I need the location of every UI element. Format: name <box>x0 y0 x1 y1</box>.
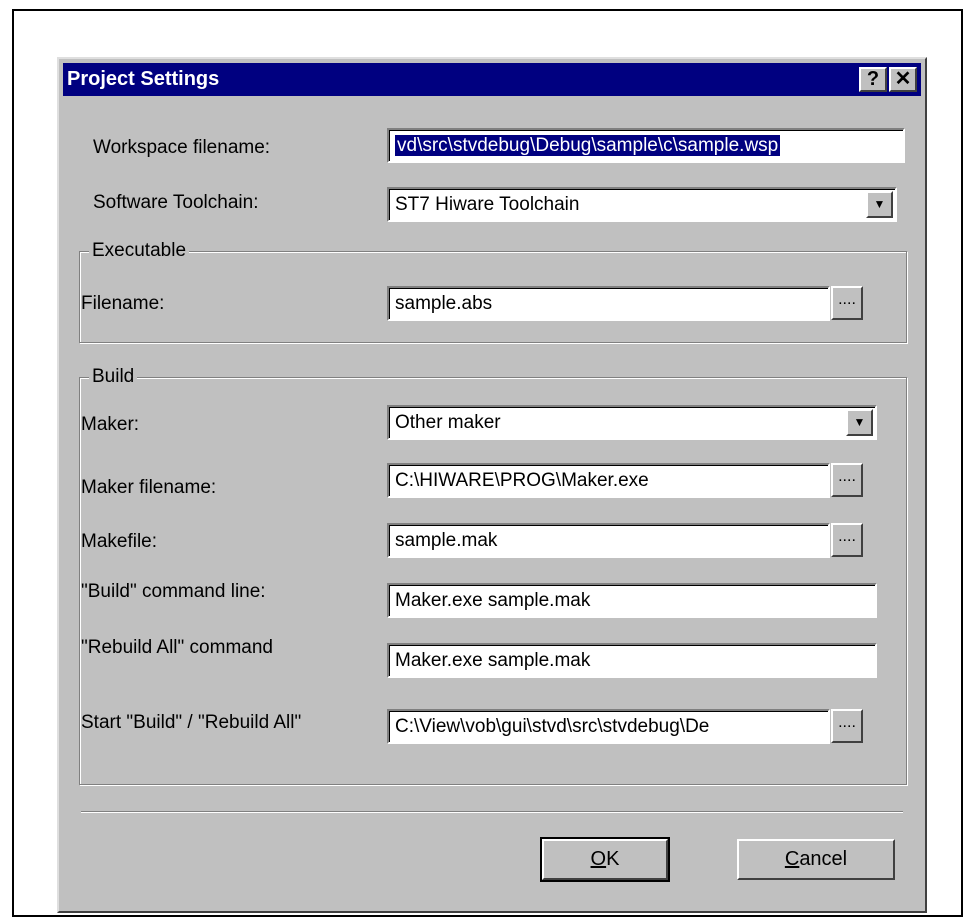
maker-filename-value: C:\HIWARE\PROG\Maker.exe <box>395 470 649 491</box>
chevron-down-icon[interactable]: ▼ <box>846 409 873 436</box>
ok-button[interactable]: OK <box>540 837 670 882</box>
cancel-label-rest: ancel <box>799 848 848 870</box>
makefile-label: Makefile: <box>81 531 158 552</box>
start-directory-label: Start "Build" / "Rebuild All" <box>81 712 302 733</box>
maker-label: Maker: <box>81 414 140 435</box>
maker-filename-label: Maker filename: <box>81 477 217 498</box>
maker-value: Other maker <box>395 412 501 433</box>
makefile-field[interactable]: sample.mak <box>387 523 830 558</box>
build-command-value: Maker.exe sample.mak <box>395 590 591 611</box>
software-toolchain-value: ST7 Hiware Toolchain <box>395 194 580 215</box>
ok-label-rest: K <box>606 848 620 870</box>
ok-mnemonic: O <box>590 848 607 870</box>
cancel-mnemonic: C <box>784 848 800 870</box>
workspace-filename-value: vd\src\stvdebug\Debug\sample\c\sample.ws… <box>395 135 781 156</box>
makefile-browse-button[interactable]: .... <box>831 523 863 557</box>
help-button[interactable]: ? <box>859 67 887 92</box>
rebuild-command-value: Maker.exe sample.mak <box>395 650 591 671</box>
title-bar: Project Settings ? ✕ <box>63 63 921 96</box>
rebuild-command-label: "Rebuild All" command <box>81 637 273 658</box>
workspace-filename-field[interactable]: vd\src\stvdebug\Debug\sample\c\sample.ws… <box>387 128 905 163</box>
separator <box>81 811 903 813</box>
project-settings-dialog: Project Settings ? ✕ Workspace filename:… <box>57 57 927 913</box>
makefile-value: sample.mak <box>395 530 498 551</box>
maker-filename-field[interactable]: C:\HIWARE\PROG\Maker.exe <box>387 463 830 498</box>
start-directory-field[interactable]: C:\View\vob\gui\stvd\src\stvdebug\De <box>387 709 830 744</box>
workspace-filename-label: Workspace filename: <box>93 137 271 158</box>
executable-browse-button[interactable]: .... <box>831 286 863 320</box>
cancel-button[interactable]: Cancel <box>737 839 895 880</box>
chevron-down-icon[interactable]: ▼ <box>866 191 893 218</box>
software-toolchain-label: Software Toolchain: <box>93 192 259 213</box>
close-button[interactable]: ✕ <box>889 67 917 92</box>
build-command-label: "Build" command line: <box>81 581 266 602</box>
dialog-title: Project Settings <box>67 68 220 90</box>
start-directory-value: C:\View\vob\gui\stvd\src\stvdebug\De <box>395 716 710 737</box>
executable-filename-value: sample.abs <box>395 293 493 314</box>
rebuild-command-field[interactable]: Maker.exe sample.mak <box>387 643 877 678</box>
build-command-field[interactable]: Maker.exe sample.mak <box>387 583 877 618</box>
executable-group-title: Executable <box>89 240 190 262</box>
executable-filename-field[interactable]: sample.abs <box>387 286 830 321</box>
maker-filename-browse-button[interactable]: .... <box>831 463 863 497</box>
start-directory-browse-button[interactable]: .... <box>831 709 863 743</box>
software-toolchain-select[interactable]: ST7 Hiware Toolchain ▼ <box>387 187 897 222</box>
maker-select[interactable]: Other maker ▼ <box>387 405 877 440</box>
executable-filename-label: Filename: <box>81 293 165 314</box>
build-group-title: Build <box>89 366 138 388</box>
